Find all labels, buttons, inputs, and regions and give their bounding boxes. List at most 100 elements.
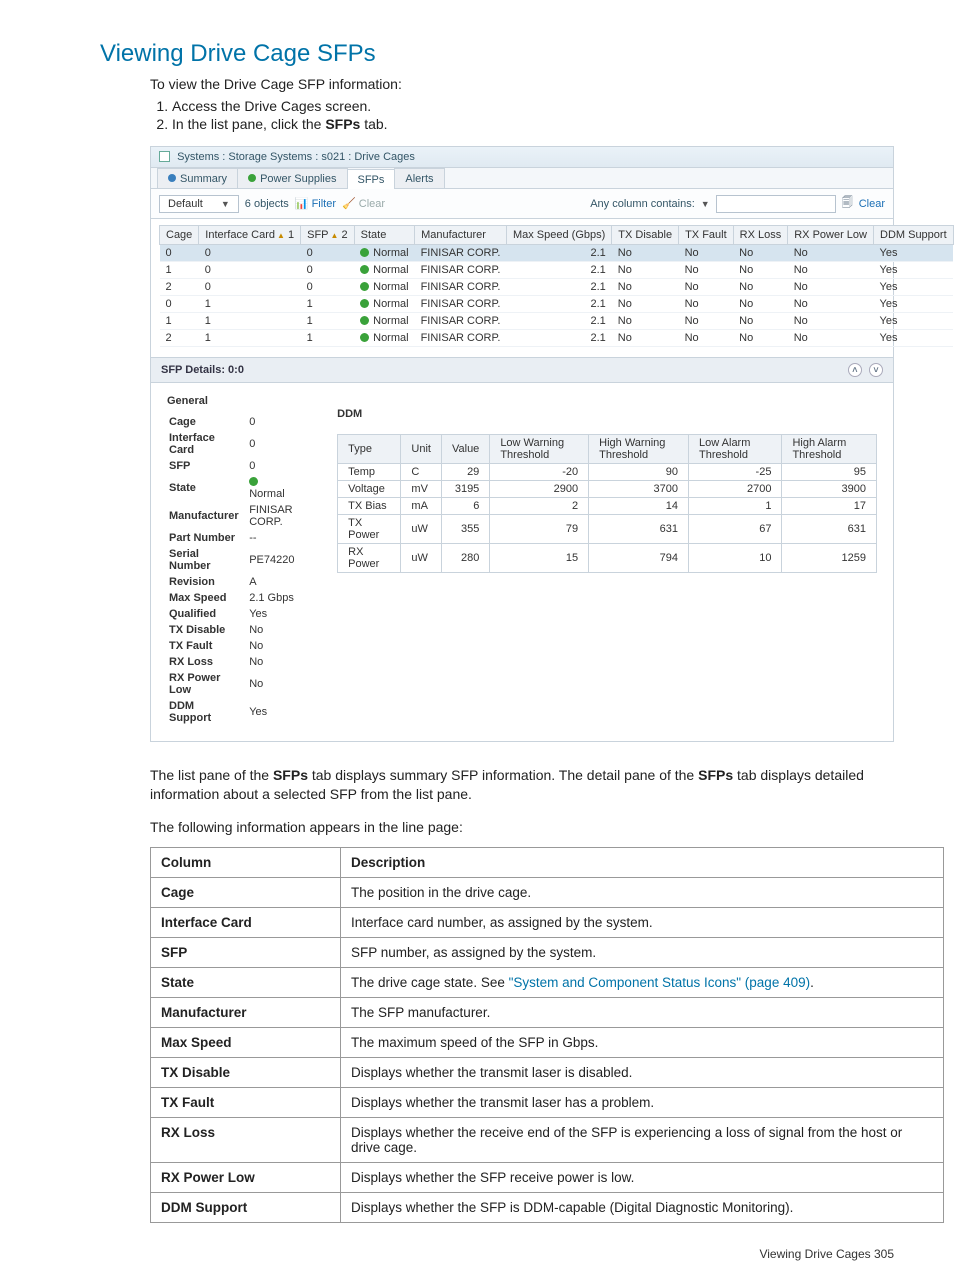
tab-bar: Summary Power Supplies SFPs Alerts [151,168,893,189]
col-interface-card[interactable]: Interface Card▲ 1 [199,226,301,245]
tab-power-supplies[interactable]: Power Supplies [237,168,347,188]
general-value: Yes [249,607,305,621]
table-row: RX LossDisplays whether the receive end … [151,1117,944,1162]
table-row[interactable]: 100NormalFINISAR CORP.2.1NoNoNoNoYes [160,262,954,279]
table-row: TX PoweruW3557963167631 [338,515,877,544]
ddm-col-high-warn: High Warning Threshold [589,435,689,464]
table-row: DDM SupportDisplays whether the SFP is D… [151,1192,944,1222]
col-rx-loss[interactable]: RX Loss [733,226,788,245]
desc-column-name: TX Fault [151,1087,341,1117]
chevron-down-icon: ▼ [221,199,230,209]
desc-column-text: Displays whether the transmit laser has … [341,1087,944,1117]
table-row[interactable]: 000NormalFINISAR CORP.2.1NoNoNoNoYes [160,245,954,262]
tab-sfps[interactable]: SFPs [347,169,396,189]
desc-column-name: Interface Card [151,907,341,937]
col-rx-power-low[interactable]: RX Power Low [788,226,874,245]
collapse-down-icon[interactable]: ˅ [869,363,883,377]
general-label: State [169,475,247,501]
table-row: TX BiasmA6214117 [338,498,877,515]
col-manufacturer[interactable]: Manufacturer [415,226,507,245]
general-table: Cage0Interface Card0SFP0StateNormalManuf… [167,413,307,727]
general-value: No [249,655,305,669]
desc-column-text: Interface card number, as assigned by th… [341,907,944,937]
desc-column-text: The drive cage state. See "System and Co… [341,967,944,997]
table-row: SFPSFP number, as assigned by the system… [151,937,944,967]
table-row[interactable]: 200NormalFINISAR CORP.2.1NoNoNoNoYes [160,279,954,296]
table-row: RX PoweruW28015794101259 [338,544,877,573]
step-2-bold: SFPs [325,116,360,132]
desc-column-text: Displays whether the SFP is DDM-capable … [341,1192,944,1222]
table-row: TempC29-2090-2595 [338,464,877,481]
general-label: Part Number [169,531,247,545]
general-label: Max Speed [169,591,247,605]
page-heading: Viewing Drive Cage SFPs [100,40,894,68]
col-cage[interactable]: Cage [160,226,199,245]
collapse-up-icon[interactable]: ˄ [848,363,862,377]
col-state[interactable]: State [354,226,414,245]
general-label: Revision [169,575,247,589]
export-icon[interactable]: 🗐 [842,194,853,213]
general-heading: General [167,395,307,407]
tab-alerts[interactable]: Alerts [394,168,444,188]
col-ddm-support[interactable]: DDM Support [874,226,954,245]
step-2: In the list pane, click the SFPs tab. [172,116,894,132]
general-value: No [249,671,305,697]
window-breadcrumb: Systems : Storage Systems : s021 : Drive… [151,147,893,168]
desc-column-name: Manufacturer [151,997,341,1027]
desc-column-name: DDM Support [151,1192,341,1222]
paragraph-1: The list pane of the SFPs tab displays s… [150,766,894,804]
breadcrumb-text: Systems : Storage Systems : s021 : Drive… [177,151,415,163]
desc-column-name: Cage [151,877,341,907]
general-label: Cage [169,415,247,429]
desc-column-name: TX Disable [151,1057,341,1087]
desc-column-name: SFP [151,937,341,967]
view-selector-label: Default [168,198,203,210]
desc-column-name: State [151,967,341,997]
table-row[interactable]: 111NormalFINISAR CORP.2.1NoNoNoNoYes [160,313,954,330]
clear-label: Clear [359,198,385,210]
filter-link[interactable]: 📊 Filter [295,197,336,210]
tab-sfps-label: SFPs [358,174,385,186]
sfp-list-table: Cage Interface Card▲ 1 SFP▲ 2 State Manu… [159,225,954,347]
general-label: Serial Number [169,547,247,573]
chevron-down-icon[interactable]: ▼ [701,199,710,209]
col-sfp[interactable]: SFP▲ 2 [301,226,355,245]
view-selector[interactable]: Default ▼ [159,195,239,213]
table-row: StateThe drive cage state. See "System a… [151,967,944,997]
clear-search-link[interactable]: Clear [859,198,885,210]
general-value: Yes [249,699,305,725]
table-row: Max SpeedThe maximum speed of the SFP in… [151,1027,944,1057]
table-row[interactable]: 011NormalFINISAR CORP.2.1NoNoNoNoYes [160,296,954,313]
general-value: 0 [249,415,305,429]
window-icon [159,151,170,162]
general-value: Normal [249,475,305,501]
cross-ref-link[interactable]: "System and Component Status Icons" (pag… [509,975,811,990]
ddm-col-high-alarm: High Alarm Threshold [782,435,877,464]
details-title: SFP Details: 0:0 [161,364,244,376]
tab-summary[interactable]: Summary [157,168,238,188]
general-value: FINISAR CORP. [249,503,305,529]
column-filter-input[interactable] [716,195,836,213]
col-tx-disable[interactable]: TX Disable [612,226,679,245]
desc-column-text: The SFP manufacturer. [341,997,944,1027]
table-row: TX FaultDisplays whether the transmit la… [151,1087,944,1117]
general-label: SFP [169,459,247,473]
table-row[interactable]: 211NormalFINISAR CORP.2.1NoNoNoNoYes [160,330,954,347]
table-row: Interface CardInterface card number, as … [151,907,944,937]
general-label: Qualified [169,607,247,621]
ddm-table: Type Unit Value Low Warning Threshold Hi… [337,434,877,573]
col-tx-fault[interactable]: TX Fault [679,226,734,245]
general-label: RX Power Low [169,671,247,697]
ddm-panel: DDM Type Unit Value Low Warning Threshol… [337,393,877,727]
desc-column-name: RX Power Low [151,1162,341,1192]
general-value: No [249,639,305,653]
ddm-col-type: Type [338,435,401,464]
general-value: 2.1 Gbps [249,591,305,605]
app-screenshot: Systems : Storage Systems : s021 : Drive… [150,146,894,742]
sort-icon: ▲ [331,231,339,240]
col-max-speed[interactable]: Max Speed (Gbps) [506,226,611,245]
clear-filter-disabled: 🧹 Clear [342,197,385,210]
desc-column-text: The maximum speed of the SFP in Gbps. [341,1027,944,1057]
general-panel: General Cage0Interface Card0SFP0StateNor… [167,393,307,727]
ddm-col-low-warn: Low Warning Threshold [490,435,589,464]
